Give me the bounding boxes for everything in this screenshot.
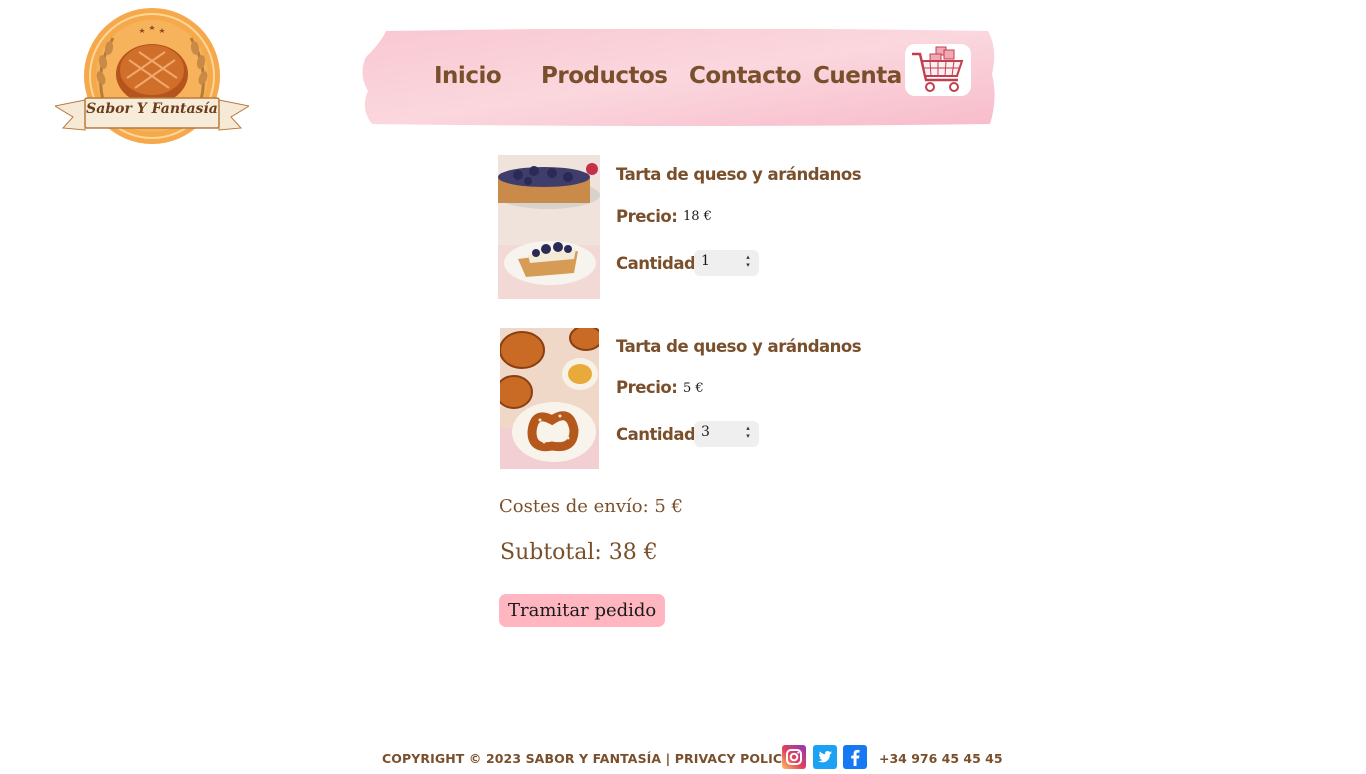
product-name: Tarta de queso y arándanos — [616, 337, 862, 356]
subtotal: Subtotal: 38 € — [500, 540, 658, 565]
shopping-cart-icon — [912, 46, 964, 92]
cart-item: Tarta de queso y arándanos Precio: 5 € C… — [498, 327, 862, 472]
main-nav: Inicio Productos Contacto Cuenta — [358, 29, 998, 126]
nav-item-contacto[interactable]: Contacto — [689, 63, 802, 89]
site-logo[interactable]: Sabor Y Fantasía — [55, 8, 249, 146]
price-value: 18 € — [683, 209, 712, 224]
nav-item-inicio[interactable]: Inicio — [434, 63, 502, 89]
brand-name: Sabor Y Fantasía — [86, 101, 218, 117]
copyright-text: COPYRIGHT © 2023 SABOR Y FANTASÍA | PRIV… — [382, 751, 792, 766]
quantity-value: 3 — [701, 424, 710, 440]
quantity-label: Cantidad: — [616, 254, 702, 273]
product-name: Tarta de queso y arándanos — [616, 165, 862, 184]
cart-item: Tarta de queso y arándanos Precio: 18 € … — [498, 155, 862, 300]
spinner-arrows-icon[interactable]: ▴ ▾ — [744, 424, 752, 442]
product-image-pretzels — [500, 328, 599, 469]
price-value: 5 € — [683, 381, 704, 396]
shipping-cost: Costes de envío: 5 € — [499, 496, 684, 517]
facebook-icon[interactable] — [843, 745, 867, 769]
quantity-label: Cantidad: — [616, 425, 702, 444]
quantity-value: 1 — [701, 253, 710, 269]
product-image-cheesecake — [498, 155, 600, 299]
cart-button[interactable] — [905, 44, 971, 96]
spinner-arrows-icon[interactable]: ▴ ▾ — [744, 253, 752, 271]
checkout-button[interactable]: Tramitar pedido — [499, 594, 666, 627]
nav-item-productos[interactable]: Productos — [541, 63, 668, 89]
instagram-icon[interactable] — [782, 745, 806, 769]
nav-item-cuenta[interactable]: Cuenta — [813, 63, 902, 89]
price-label: Precio: — [616, 207, 678, 226]
footer: COPYRIGHT © 2023 SABOR Y FANTASÍA | PRIV… — [382, 744, 1003, 770]
bread-logo-icon — [55, 8, 249, 144]
quantity-stepper[interactable]: 1 ▴ ▾ — [694, 250, 759, 276]
quantity-stepper[interactable]: 3 ▴ ▾ — [694, 421, 759, 447]
phone-number[interactable]: +34 976 45 45 45 — [879, 751, 1003, 766]
price-label: Precio: — [616, 378, 678, 397]
twitter-icon[interactable] — [813, 745, 837, 769]
